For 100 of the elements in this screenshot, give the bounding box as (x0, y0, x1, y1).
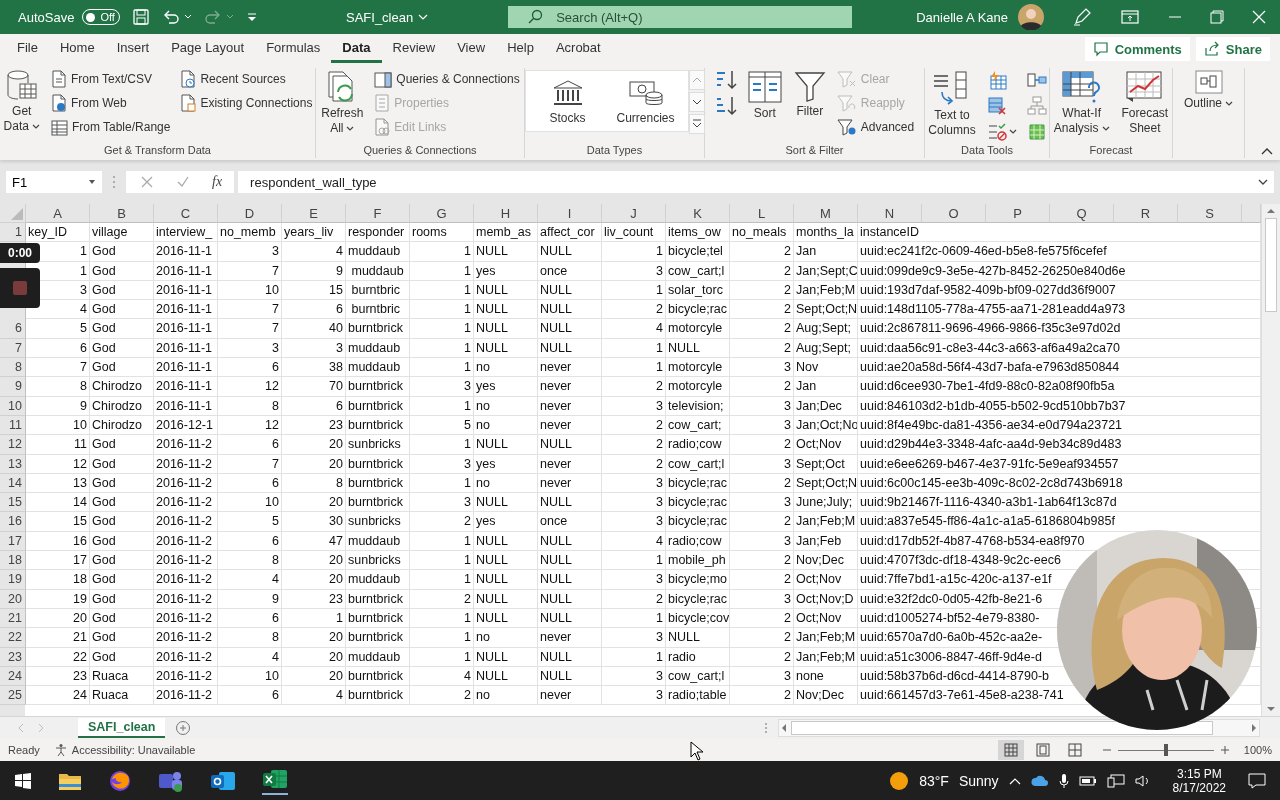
ribbon-tab[interactable]: Formulas (255, 35, 332, 63)
accessibility-status[interactable]: Accessibility: Unavailable (71, 744, 196, 756)
gallery-item[interactable]: Stocks (533, 75, 602, 126)
row-header[interactable]: 16 (0, 512, 26, 532)
formula-field[interactable]: respondent_wall_type (238, 171, 1274, 193)
zoom-level[interactable]: 100% (1243, 744, 1272, 756)
column-header[interactable]: E (282, 204, 346, 223)
weather-condition[interactable]: Sunny (958, 773, 999, 789)
slider-thumb[interactable] (1163, 744, 1168, 756)
gallery-item[interactable]: Currencies (611, 75, 680, 126)
pen-icon[interactable] (1072, 7, 1092, 27)
column-header[interactable]: O (922, 204, 986, 223)
column-header[interactable]: S (1178, 204, 1242, 223)
ribbon-tab[interactable]: File (6, 35, 49, 63)
row-header[interactable]: 8 (0, 358, 26, 378)
row-header[interactable]: 25 (0, 686, 26, 706)
row-header[interactable]: 14 (0, 473, 26, 494)
column-header[interactable]: D (218, 204, 282, 223)
sheet-tab[interactable]: SAFI_clean (78, 718, 166, 738)
row-header[interactable]: 10 (0, 396, 26, 416)
ribbon-tab[interactable]: Home (48, 35, 106, 63)
ribbon-tab[interactable]: Help (496, 35, 545, 63)
notifications-icon[interactable] (1248, 773, 1266, 789)
ribbon-button[interactable]: From Table/Range (48, 116, 173, 138)
customize-icon[interactable] (246, 11, 259, 23)
scroll-up-icon[interactable] (1265, 206, 1277, 216)
share-button[interactable]: Share (1195, 37, 1270, 61)
name-box[interactable]: F1 (6, 171, 102, 193)
battery-icon[interactable] (1078, 775, 1097, 787)
row-header[interactable]: 1 (0, 223, 26, 243)
ribbon-button[interactable]: Get Data (0, 68, 43, 136)
clock-time[interactable]: 3:15 PM (1176, 767, 1222, 781)
scrollbar-thumb[interactable] (791, 721, 1213, 735)
column-header[interactable]: I (538, 204, 602, 223)
avatar-icon[interactable] (1018, 4, 1044, 30)
collapse-ribbon-icon[interactable] (1260, 146, 1274, 156)
row-header[interactable]: 13 (0, 454, 26, 474)
row-header[interactable]: 15 (0, 493, 26, 513)
ribbon-tab[interactable]: View (446, 35, 497, 63)
ribbon-button[interactable]: Sort (744, 68, 785, 123)
column-header[interactable]: G (410, 204, 474, 223)
ribbon-button[interactable]: Filter (790, 68, 829, 121)
row-header[interactable]: 21 (0, 608, 26, 629)
row-header[interactable]: 9 (0, 377, 26, 397)
temperature[interactable]: 83°F (919, 773, 949, 789)
undo-icon[interactable] (162, 8, 181, 26)
ribbon-tab[interactable]: Page Layout (160, 35, 256, 63)
spreadsheet-app-icon[interactable] (262, 767, 288, 795)
chat-app-icon[interactable] (158, 769, 184, 793)
scroll-down-icon[interactable] (1265, 704, 1277, 714)
column-header[interactable]: C (154, 204, 218, 223)
column-header[interactable]: P (986, 204, 1050, 223)
scrollbar-thumb[interactable] (1265, 218, 1277, 312)
close-icon[interactable] (1252, 10, 1266, 24)
cancel-icon[interactable] (140, 175, 154, 189)
search-field[interactable]: Search (Alt+Q) (508, 6, 853, 28)
ribbon-button[interactable]: From Web (48, 92, 173, 114)
add-sheet-icon[interactable] (175, 720, 192, 736)
ribbon-button[interactable]: Outline (1181, 68, 1236, 113)
scroll-right-icon[interactable] (1249, 722, 1259, 734)
ribbon-button[interactable]: What-If Analysis (1050, 68, 1113, 138)
speaker-icon[interactable] (1134, 774, 1151, 788)
ribbon-button[interactable]: Recent Sources (178, 68, 315, 90)
comments-button[interactable]: Comments (1084, 37, 1190, 61)
ribbon-button[interactable]: Refresh All (318, 68, 367, 138)
row-header[interactable]: 12 (0, 435, 26, 455)
row-header[interactable]: 19 (0, 570, 26, 590)
row-header[interactable]: 7 (0, 338, 26, 359)
column-header[interactable]: R (1114, 204, 1178, 223)
start-icon[interactable] (14, 772, 32, 790)
ribbon-button[interactable]: Queries & Connections (372, 68, 522, 90)
expand-icon[interactable] (1258, 178, 1268, 186)
column-header[interactable]: M (794, 204, 858, 223)
column-header[interactable]: A (26, 204, 90, 223)
row-header[interactable]: 6 (0, 319, 26, 339)
browser-icon[interactable] (108, 769, 132, 793)
microphone-icon[interactable] (1058, 773, 1069, 789)
column-header[interactable]: H (474, 204, 538, 223)
ribbon-tab[interactable]: Acrobat (544, 35, 612, 63)
ribbon-display-icon[interactable] (1120, 8, 1140, 26)
mail-app-icon[interactable] (210, 769, 236, 793)
column-header[interactable]: J (602, 204, 666, 223)
row-header[interactable]: 11 (0, 415, 26, 436)
restore-icon[interactable] (1210, 10, 1224, 24)
row-header[interactable]: 20 (0, 589, 26, 609)
ribbon-button[interactable]: From Text/CSV (48, 68, 173, 90)
sun-icon[interactable] (889, 771, 910, 791)
row-header[interactable]: 17 (0, 531, 26, 552)
row-header[interactable]: 18 (0, 551, 26, 571)
column-header[interactable]: N (858, 204, 922, 223)
chevron-up-icon[interactable] (1008, 776, 1021, 786)
ribbon-button[interactable]: Advanced (834, 116, 917, 138)
file-name[interactable]: SAFI_clean (346, 9, 429, 25)
row-header[interactable]: 23 (0, 647, 26, 667)
row-header[interactable]: 24 (0, 666, 26, 687)
column-header[interactable]: L (730, 204, 794, 223)
insert-function-button[interactable]: fx (212, 174, 223, 190)
view-button[interactable] (997, 740, 1024, 760)
zoom-in-icon[interactable] (1219, 745, 1230, 755)
column-header[interactable]: K (666, 204, 730, 223)
